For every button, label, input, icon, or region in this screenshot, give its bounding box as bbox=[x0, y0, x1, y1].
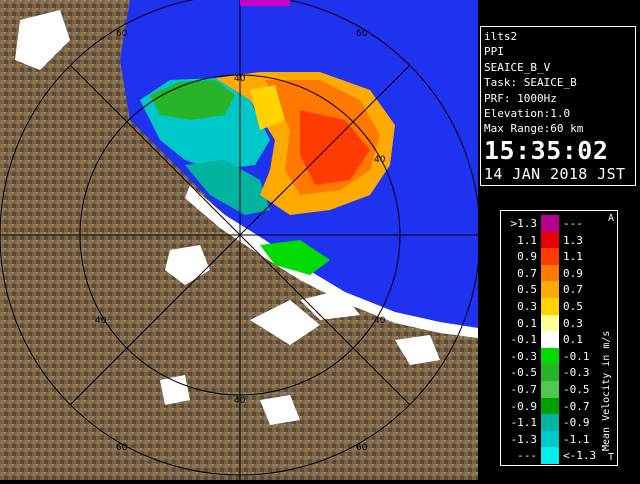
legend-low-value: 0.7 bbox=[517, 266, 537, 280]
legend-unit-label: Mean Velocity in m/s bbox=[601, 330, 612, 451]
ring-label-40-bottom: 40 bbox=[234, 396, 246, 406]
legend-color-swatch bbox=[541, 231, 559, 249]
legend-color-swatch bbox=[541, 364, 559, 382]
time-display: 15:35:02 bbox=[484, 135, 609, 165]
legend-low-value: 0.5 bbox=[517, 283, 537, 297]
legend-low-value: 0.3 bbox=[517, 300, 537, 313]
legend-bottom-mark: T bbox=[607, 452, 614, 463]
legend-color-swatch bbox=[541, 215, 559, 232]
ring-label-60-top: 60 bbox=[356, 29, 368, 39]
legend-low-value: 1.1 bbox=[517, 233, 537, 247]
legend-row: -0.3 -0.1 bbox=[501, 347, 601, 365]
legend-low-value: >1.3 bbox=[510, 217, 538, 230]
legend-row: 0.1 0.3 bbox=[501, 314, 601, 332]
date-display: 14 JAN 2018 JST bbox=[484, 164, 626, 183]
legend-color-swatch bbox=[541, 331, 559, 349]
info-panel: ilts2 PPI SEAICE_B_V Task: SEAICE_B PRF:… bbox=[480, 26, 636, 186]
elevation-value: Elevation:1.0 bbox=[484, 107, 571, 121]
legend-low-value: -0.1 bbox=[510, 333, 538, 347]
legend-color-swatch bbox=[541, 397, 559, 415]
velocity-legend: >1.3 --- 1.1 1.3 0.9 1.1 0.7 0.9 0.5 0.7 0.3 0.5 0.1… bbox=[500, 210, 618, 466]
legend-row: 0.9 1.1 bbox=[501, 248, 601, 266]
prf-value: PRF: 1000Hz bbox=[484, 91, 557, 105]
legend-row: >1.3 --- bbox=[501, 215, 601, 232]
legend-row: -0.7 -0.5 bbox=[501, 381, 601, 398]
legend-high-value: 0.3 bbox=[563, 316, 583, 330]
legend-high-value: -0.5 bbox=[563, 383, 590, 396]
legend-color-swatch bbox=[541, 248, 559, 266]
legend-color-swatch bbox=[541, 430, 559, 448]
legend-high-value: -0.1 bbox=[563, 349, 590, 363]
legend-low-value: --- bbox=[517, 449, 537, 463]
ring-label-60-topleft: 60 bbox=[116, 29, 128, 39]
legend-color-swatch bbox=[541, 381, 559, 398]
legend-high-value: <-1.3 bbox=[563, 449, 597, 463]
legend-low-value: -0.9 bbox=[510, 399, 538, 413]
legend-low-value: -1.3 bbox=[510, 432, 538, 446]
legend-color-swatch bbox=[541, 347, 559, 365]
legend-color-swatch bbox=[541, 281, 559, 299]
legend-high-value: -0.7 bbox=[563, 399, 590, 413]
ring-label-60-bottomright: 60 bbox=[356, 443, 368, 453]
legend-color-swatch bbox=[541, 414, 559, 432]
legend-row: 1.1 1.3 bbox=[501, 231, 601, 249]
snow-patch bbox=[160, 375, 190, 405]
field-name: SEAICE_B_V bbox=[484, 60, 551, 74]
legend-high-value: 0.5 bbox=[563, 300, 583, 313]
legend-high-value: 1.3 bbox=[563, 233, 583, 247]
legend-row: 0.5 0.7 bbox=[501, 281, 601, 299]
legend-color-swatch bbox=[541, 314, 559, 332]
radar-ppi-map: 40 60 60 40 40 40 40 60 60 bbox=[0, 0, 481, 480]
legend-high-value: -0.3 bbox=[563, 366, 590, 380]
ring-label-40-right: 40 bbox=[374, 155, 386, 165]
legend-color-swatch bbox=[541, 447, 559, 465]
ring-label-60-bottom: 60 bbox=[116, 443, 128, 453]
legend-high-value: 0.9 bbox=[563, 266, 583, 280]
legend-color-swatch bbox=[541, 298, 559, 315]
ring-label-40-top: 40 bbox=[234, 74, 246, 84]
legend-high-value: 1.1 bbox=[563, 250, 583, 264]
legend-high-value: --- bbox=[563, 217, 583, 230]
task-name: Task: SEAICE_B bbox=[484, 76, 577, 90]
ring-label-40-lowerright: 40 bbox=[374, 316, 386, 326]
legend-low-value: 0.1 bbox=[517, 316, 537, 330]
legend-row: -0.1 0.1 bbox=[501, 331, 601, 349]
legend-row: -1.3 -1.1 bbox=[501, 430, 601, 448]
product-type: PPI bbox=[484, 45, 504, 59]
legend-low-value: -1.1 bbox=[510, 416, 538, 430]
legend-row: --- <-1.3 bbox=[501, 447, 601, 465]
legend-low-value: -0.7 bbox=[510, 383, 538, 396]
legend-low-value: 0.9 bbox=[517, 250, 537, 264]
ring-label-40-left: 40 bbox=[95, 316, 107, 326]
legend-high-value: 0.7 bbox=[563, 283, 583, 297]
radar-map-svg: 40 60 60 40 40 40 40 60 60 bbox=[0, 0, 481, 480]
legend-row: -1.1 -0.9 bbox=[501, 414, 601, 432]
legend-top-mark: A bbox=[607, 213, 614, 224]
radar-name: ilts2 bbox=[484, 30, 518, 43]
legend-row: 0.3 0.5 bbox=[501, 298, 601, 315]
legend-low-value: -0.3 bbox=[510, 349, 538, 363]
legend-row: -0.5 -0.3 bbox=[501, 364, 601, 382]
legend-color-swatch bbox=[541, 264, 559, 282]
max-range-value: Max Range:60 km bbox=[484, 122, 584, 136]
legend-row: -0.9 -0.7 bbox=[501, 397, 601, 415]
top-edge-marker bbox=[240, 0, 290, 6]
legend-high-value: 0.1 bbox=[563, 333, 583, 347]
legend-high-value: -0.9 bbox=[563, 416, 590, 430]
legend-high-value: -1.1 bbox=[563, 432, 590, 446]
legend-low-value: -0.5 bbox=[510, 366, 538, 380]
legend-row: 0.7 0.9 bbox=[501, 264, 601, 282]
